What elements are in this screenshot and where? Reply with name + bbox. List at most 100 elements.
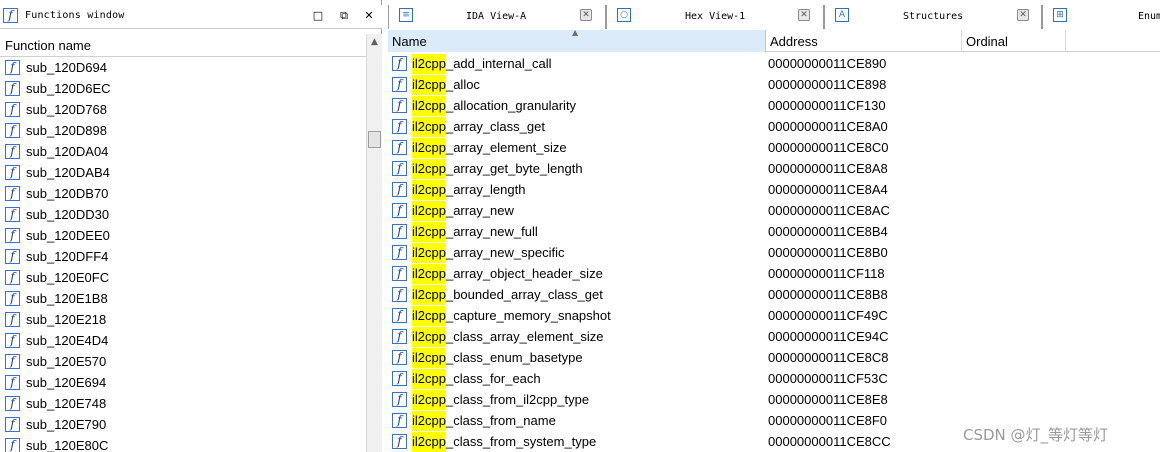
- functions-scrollbar[interactable]: ▲: [366, 34, 382, 452]
- export-name: il2cpp_array_get_byte_length: [412, 159, 583, 179]
- function-list-item[interactable]: f sub_120E790: [0, 414, 366, 435]
- function-name: sub_120DFF4: [26, 249, 109, 264]
- function-icon: f: [5, 291, 20, 306]
- function-icon: f: [5, 375, 20, 390]
- function-list-item[interactable]: f sub_120E570: [0, 351, 366, 372]
- table-row[interactable]: f il2cpp_class_for_each 00000000011CF53C: [388, 368, 1160, 389]
- name-column-label: Name: [392, 34, 427, 49]
- table-row[interactable]: f il2cpp_alloc 00000000011CE898: [388, 74, 1160, 95]
- close-icon[interactable]: ✕: [798, 9, 810, 21]
- export-address: 00000000011CE94C: [768, 329, 889, 344]
- search-highlight: il2cpp: [412, 285, 446, 305]
- ordinal-column-header[interactable]: Ordinal: [962, 30, 1066, 52]
- function-icon: f: [392, 413, 407, 428]
- table-row[interactable]: f il2cpp_array_object_header_size 00000000…: [388, 263, 1160, 284]
- address-column-header[interactable]: Address: [766, 30, 962, 52]
- function-icon: f: [392, 350, 407, 365]
- export-name-rest: _array_new_full: [445, 224, 538, 239]
- function-list-item[interactable]: f sub_120E80C: [0, 435, 366, 452]
- export-name: il2cpp_array_new_full: [412, 222, 538, 242]
- function-list-item[interactable]: f sub_120E748: [0, 393, 366, 414]
- function-list-item[interactable]: f sub_120DA04: [0, 141, 366, 162]
- sort-ascending-icon: ▲: [572, 28, 579, 37]
- function-list-item[interactable]: f sub_120E4D4: [0, 330, 366, 351]
- table-row[interactable]: f il2cpp_class_enum_basetype 00000000011CE…: [388, 347, 1160, 368]
- structures-icon: A: [835, 8, 849, 22]
- export-name-rest: _array_new: [445, 203, 514, 218]
- function-icon: f: [5, 165, 20, 180]
- table-row[interactable]: f il2cpp_array_element_size 00000000011CE8…: [388, 137, 1160, 158]
- function-list-item[interactable]: f sub_120E1B8: [0, 288, 366, 309]
- table-row[interactable]: f il2cpp_add_internal_call 00000000011CE89…: [388, 53, 1160, 74]
- function-name: sub_120E80C: [26, 438, 109, 452]
- close-icon[interactable]: ✕: [580, 9, 592, 21]
- scrollbar-thumb[interactable]: [368, 131, 381, 148]
- function-icon: f: [392, 56, 407, 71]
- scroll-up-icon[interactable]: ▲: [367, 34, 382, 50]
- export-name-rest: _array_length: [445, 182, 526, 197]
- search-highlight: il2cpp: [412, 432, 446, 452]
- function-list-item[interactable]: f sub_120DEE0: [0, 225, 366, 246]
- table-row[interactable]: f il2cpp_array_new 00000000011CE8AC: [388, 200, 1160, 221]
- function-icon: f: [5, 417, 20, 432]
- export-name: il2cpp_allocation_granularity: [412, 96, 576, 116]
- function-icon: f: [392, 287, 407, 302]
- function-list-item[interactable]: f sub_120D694: [0, 57, 366, 78]
- function-list-item[interactable]: f sub_120DD30: [0, 204, 366, 225]
- export-name-rest: _array_object_header_size: [445, 266, 603, 281]
- tab-hex-view-1[interactable]: ○ Hex View-1 ✕: [606, 5, 824, 29]
- function-icon: f: [5, 144, 20, 159]
- function-name-column-header[interactable]: Function name: [0, 34, 366, 57]
- table-row[interactable]: f il2cpp_class_from_il2cpp_type 0000000001…: [388, 389, 1160, 410]
- function-name: sub_120E0FC: [26, 270, 110, 285]
- table-row[interactable]: f il2cpp_class_array_element_size 00000000…: [388, 326, 1160, 347]
- close-icon[interactable]: ✕: [1017, 9, 1029, 21]
- function-list-item[interactable]: f sub_120D6EC: [0, 78, 366, 99]
- table-row[interactable]: f il2cpp_bounded_array_class_get 000000000…: [388, 284, 1160, 305]
- table-row[interactable]: f il2cpp_array_length 00000000011CE8A4: [388, 179, 1160, 200]
- function-list-item[interactable]: f sub_120E0FC: [0, 267, 366, 288]
- function-icon: f: [5, 207, 20, 222]
- function-icon: f: [392, 266, 407, 281]
- function-name: sub_120E748: [26, 396, 107, 411]
- export-name: il2cpp_array_new: [412, 201, 514, 221]
- exports-table-body: f il2cpp_add_internal_call 00000000011CE89…: [388, 53, 1160, 452]
- tab-label: IDA View-A: [466, 11, 527, 22]
- export-address: 00000000011CE8A8: [768, 161, 888, 176]
- table-row[interactable]: f il2cpp_array_new_specific 00000000011CE8…: [388, 242, 1160, 263]
- function-list-item[interactable]: f sub_120DFF4: [0, 246, 366, 267]
- float-button[interactable]: ⧉: [337, 9, 351, 23]
- restore-button[interactable]: □: [311, 9, 325, 23]
- function-list-item[interactable]: f sub_120DB70: [0, 183, 366, 204]
- name-column-header[interactable]: Name ▲: [388, 28, 766, 52]
- search-highlight: il2cpp: [412, 54, 446, 74]
- export-name-rest: _capture_memory_snapshot: [445, 308, 611, 323]
- table-row[interactable]: f il2cpp_array_get_byte_length 00000000011…: [388, 158, 1160, 179]
- table-row[interactable]: f il2cpp_array_class_get 00000000011CE8A0: [388, 116, 1160, 137]
- export-name: il2cpp_class_enum_basetype: [412, 348, 583, 368]
- column-header-label: Function name: [5, 38, 91, 53]
- export-address: 00000000011CE8F0: [768, 413, 888, 428]
- search-highlight: il2cpp: [412, 180, 446, 200]
- search-highlight: il2cpp: [412, 138, 446, 158]
- function-list-item[interactable]: f sub_120D768: [0, 99, 366, 120]
- function-list-item[interactable]: f sub_120E218: [0, 309, 366, 330]
- function-icon: f: [5, 270, 20, 285]
- function-icon: f: [5, 396, 20, 411]
- close-button[interactable]: ✕: [362, 9, 376, 23]
- function-name: sub_120D898: [26, 123, 107, 138]
- export-address: 00000000011CE8B4: [768, 224, 888, 239]
- tab-ida-view-a[interactable]: ≡ IDA View-A ✕: [388, 5, 606, 29]
- function-list-item[interactable]: f sub_120E694: [0, 372, 366, 393]
- function-icon: f: [392, 392, 407, 407]
- table-row[interactable]: f il2cpp_allocation_granularity 0000000001…: [388, 95, 1160, 116]
- function-list-item[interactable]: f sub_120D898: [0, 120, 366, 141]
- tab-structures[interactable]: A Structures ✕: [824, 5, 1042, 29]
- table-row[interactable]: f il2cpp_capture_memory_snapshot 000000000…: [388, 305, 1160, 326]
- table-row[interactable]: f il2cpp_array_new_full 00000000011CE8B4: [388, 221, 1160, 242]
- function-list-item[interactable]: f sub_120DAB4: [0, 162, 366, 183]
- function-icon: f: [5, 60, 20, 75]
- hex-view-icon: ○: [617, 8, 631, 22]
- export-name: il2cpp_bounded_array_class_get: [412, 285, 603, 305]
- tab-enums[interactable]: ⊞ Enums: [1042, 5, 1160, 29]
